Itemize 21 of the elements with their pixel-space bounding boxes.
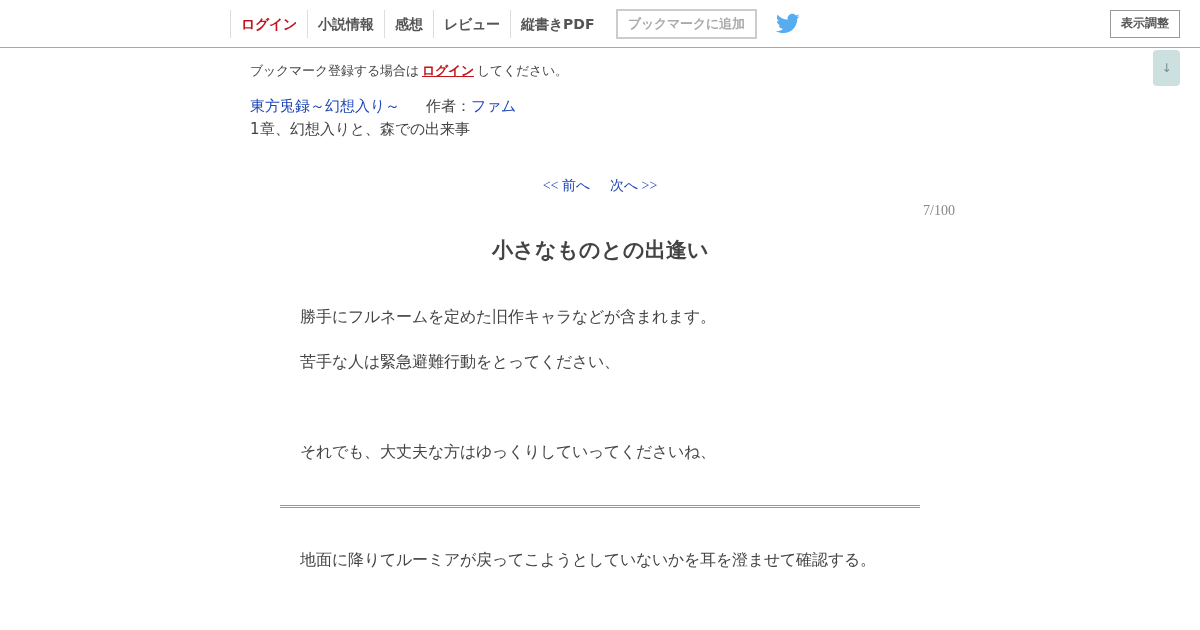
episode-title: 小さなものとの出逢い xyxy=(490,237,710,264)
display-settings-button[interactable]: 表示調整 xyxy=(1110,9,1180,38)
author-label: 作者： xyxy=(426,96,471,117)
preface-text: 苦手な人は緊急避難行動をとってください、 xyxy=(299,352,621,373)
chapter-title: 1章、幻想入りと、森での出来事 xyxy=(250,119,471,140)
nav-link[interactable]: 縦書きPDF xyxy=(510,9,605,38)
author-link[interactable]: ファム xyxy=(471,95,516,118)
preface-text: それでも、大丈夫な方はゆっくりしていってくださいね、 xyxy=(299,442,717,463)
preface-text: 勝手にフルネームを定めた旧作キャラなどが含まれます。 xyxy=(299,307,717,328)
nav-link[interactable]: 感想 xyxy=(384,9,433,38)
login-link[interactable]: ログイン xyxy=(422,63,474,78)
episode-count: 7/100 xyxy=(922,202,955,220)
nav-link[interactable]: 小説情報 xyxy=(307,9,384,38)
next-link[interactable]: 次へ >> xyxy=(610,176,658,196)
bookmark-notice: ブックマーク登録する場合は ログイン してください。 xyxy=(250,62,569,80)
nav-link[interactable]: レビュー xyxy=(433,9,510,38)
bird-icon[interactable] xyxy=(775,13,801,34)
prev-link[interactable]: << 前へ xyxy=(542,176,590,196)
novel-title-link[interactable]: 東方兎録～幻想入り～ xyxy=(250,95,400,118)
nav-link[interactable]: ログイン xyxy=(230,9,307,38)
body-text: 地面に降りてルーミアが戻ってこようとしていないかを耳を澄ませて確認する。 xyxy=(299,550,877,571)
